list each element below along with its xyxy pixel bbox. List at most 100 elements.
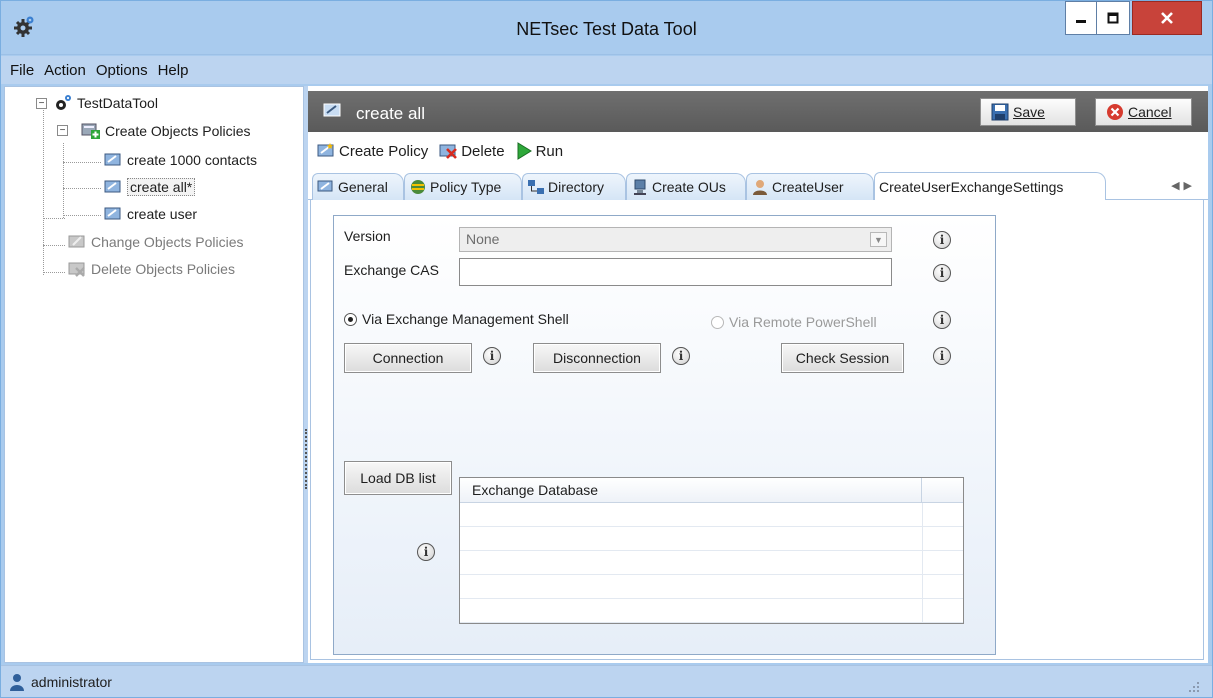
tree-item-create-all[interactable]: create all*	[103, 176, 196, 198]
tree-line	[43, 105, 44, 275]
change-policies-icon	[67, 233, 87, 251]
tab-create-ous[interactable]: Create OUs	[626, 173, 746, 200]
play-icon	[517, 142, 532, 160]
user-icon	[10, 673, 24, 691]
policy-type-icon	[411, 180, 425, 194]
menu-options[interactable]: Options	[91, 62, 153, 79]
title-bar[interactable]: NETsec Test Data Tool	[1, 1, 1212, 55]
exchange-database-grid[interactable]: Exchange Database	[459, 477, 964, 624]
exchange-settings-panel: Version None ▼ i Exchange CAS i Via Exch…	[310, 200, 1204, 660]
disconnection-button[interactable]: Disconnection	[533, 343, 661, 373]
table-row[interactable]	[460, 527, 963, 551]
create-policy-button[interactable]: Create Policy	[316, 142, 428, 160]
editor-title: create all	[356, 104, 425, 123]
table-row[interactable]	[460, 575, 963, 599]
cancel-button[interactable]: Cancel	[1095, 98, 1192, 126]
tab-directory[interactable]: Directory	[522, 173, 626, 200]
tree-change-objects-policies[interactable]: Change Objects Policies	[67, 231, 244, 253]
policy-icon	[322, 101, 344, 122]
tree-line	[63, 143, 64, 218]
version-select[interactable]: None ▼	[459, 227, 892, 252]
settings-frame: Version None ▼ i Exchange CAS i Via Exch…	[333, 215, 996, 655]
policy-icon	[103, 205, 123, 223]
menu-file[interactable]: File	[5, 62, 39, 79]
minimize-icon	[1076, 20, 1086, 23]
tree-line	[63, 188, 101, 189]
check-session-button[interactable]: Check Session	[781, 343, 904, 373]
policy-icon	[103, 151, 123, 169]
gears-icon	[53, 94, 73, 112]
save-button[interactable]: Save	[980, 98, 1076, 126]
directory-icon	[528, 180, 544, 194]
info-icon[interactable]: i	[417, 543, 435, 561]
version-label: Version	[344, 228, 391, 244]
tree-item-create-1000-contacts[interactable]: create 1000 contacts	[103, 149, 257, 171]
tree-line	[43, 272, 65, 273]
close-icon	[1161, 12, 1173, 24]
collapse-toggle[interactable]: −	[57, 125, 68, 136]
exchange-cas-label: Exchange CAS	[344, 262, 439, 278]
delete-policies-icon	[67, 260, 87, 278]
create-policy-icon	[317, 143, 334, 157]
tree-delete-objects-policies[interactable]: Delete Objects Policies	[67, 258, 235, 280]
tab-scroll-arrows[interactable]: ◀▶	[1171, 179, 1196, 192]
menu-help[interactable]: Help	[153, 62, 194, 79]
info-icon[interactable]: i	[933, 311, 951, 329]
window-title: NETsec Test Data Tool	[516, 19, 697, 39]
cancel-icon	[1107, 104, 1123, 120]
table-row[interactable]	[460, 599, 963, 623]
table-row[interactable]	[460, 551, 963, 575]
collapse-toggle[interactable]: −	[36, 98, 47, 109]
tab-strip: General Policy Type Directory Create OUs…	[308, 170, 1208, 200]
computer-icon	[634, 179, 646, 195]
radio-unselected-icon	[711, 315, 724, 329]
floppy-disk-icon	[991, 103, 1009, 121]
splitter-grip	[305, 429, 307, 489]
policy-toolbar: Create Policy Delete Run	[308, 136, 1208, 166]
tab-createuserexchangesettings[interactable]: CreateUserExchangeSettings	[874, 172, 1106, 200]
menu-action[interactable]: Action	[39, 62, 91, 79]
policy-editor: create all Save Cancel Create Policy Del…	[308, 86, 1208, 663]
editor-header: create all Save Cancel	[308, 91, 1208, 132]
close-button[interactable]	[1132, 1, 1202, 35]
tab-createuser[interactable]: CreateUser	[746, 173, 874, 200]
column-header-exchange-database[interactable]: Exchange Database	[460, 478, 922, 502]
tree-create-objects-policies[interactable]: Create Objects Policies	[81, 120, 251, 142]
maximize-button[interactable]	[1097, 1, 1130, 35]
tab-general[interactable]: General	[312, 173, 404, 200]
tab-policy-type[interactable]: Policy Type	[404, 173, 522, 200]
radio-remote-powershell[interactable]: Via Remote PowerShell	[711, 314, 877, 330]
general-icon	[317, 180, 333, 192]
info-icon[interactable]: i	[933, 264, 951, 282]
menu-bar: File Action Options Help	[1, 56, 1212, 84]
delete-button[interactable]: Delete	[438, 142, 505, 160]
info-icon[interactable]: i	[672, 347, 690, 365]
chevron-down-icon: ▼	[870, 232, 887, 247]
info-icon[interactable]: i	[933, 231, 951, 249]
connection-button[interactable]: Connection	[344, 343, 472, 373]
info-icon[interactable]: i	[933, 347, 951, 365]
table-row[interactable]	[460, 503, 963, 527]
user-icon	[753, 180, 767, 195]
tree-line	[43, 218, 65, 219]
status-bar: administrator	[1, 665, 1212, 697]
run-button[interactable]: Run	[515, 142, 563, 160]
policy-icon	[103, 178, 123, 196]
delete-icon	[439, 144, 458, 159]
resize-grip-icon[interactable]	[1188, 681, 1200, 693]
tree-line	[63, 162, 101, 163]
exchange-cas-input[interactable]	[459, 258, 892, 286]
tree-line	[43, 245, 65, 246]
create-policies-icon	[81, 122, 101, 140]
radio-selected-icon	[344, 312, 357, 326]
policy-tree[interactable]: − TestDataTool − Create Objects Policies…	[4, 86, 304, 663]
info-icon[interactable]: i	[483, 347, 501, 365]
radio-exchange-management-shell[interactable]: Via Exchange Management Shell	[344, 311, 569, 327]
load-db-list-button[interactable]: Load DB list	[344, 461, 452, 495]
minimize-button[interactable]	[1065, 1, 1097, 35]
tree-line	[63, 215, 101, 216]
tree-item-create-user[interactable]: create user	[103, 203, 197, 225]
tree-root[interactable]: TestDataTool	[53, 92, 158, 114]
app-window: NETsec Test Data Tool File Action Option…	[0, 0, 1213, 698]
maximize-icon	[1107, 12, 1119, 24]
